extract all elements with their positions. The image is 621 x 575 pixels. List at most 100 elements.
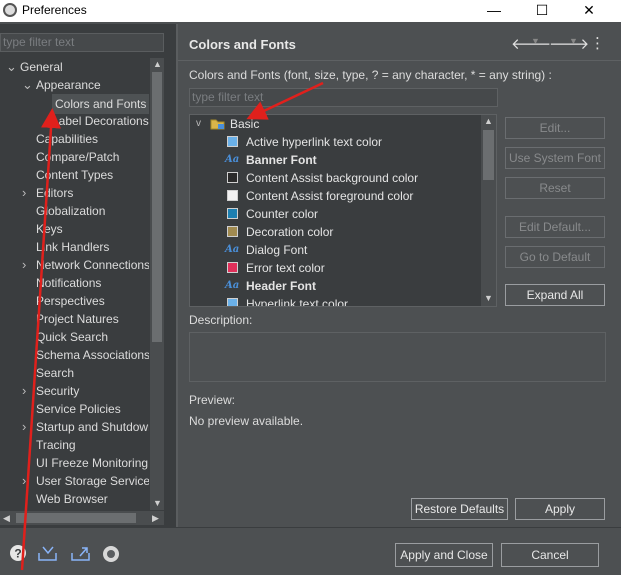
preview-label: Preview: — [189, 393, 236, 407]
maximize-button[interactable]: ☐ — [519, 0, 565, 22]
tree-item-label: Colors and Fonts — [52, 94, 149, 114]
tree-row-font[interactable]: Aa Dialog Font — [190, 241, 480, 259]
tree-row-label: Active hyperlink text color — [246, 135, 383, 149]
preference-tree[interactable]: ⌄ General ⌄ Appearance Colors and Fonts Label… — [0, 58, 149, 510]
reset-button[interactable]: Reset — [505, 177, 605, 199]
font-icon: Aa — [225, 244, 240, 255]
expand-all-button[interactable]: Expand All — [505, 284, 605, 306]
scroll-down-icon[interactable]: ▼ — [484, 293, 493, 303]
tree-row-label: Error text color — [246, 261, 325, 275]
tree-row-color[interactable]: Content Assist foreground color — [190, 187, 480, 205]
left-vertical-scrollbar[interactable]: ▲ ▼ — [150, 58, 164, 510]
font-icon: Aa — [225, 154, 240, 165]
tree-item-label: Notifications — [36, 276, 102, 290]
tree-row-label: Hyperlink text color — [246, 297, 349, 307]
chevron-right-icon[interactable]: › — [22, 418, 32, 436]
tree-item-label: General — [20, 60, 63, 74]
tree-item-label: Link Handlers — [36, 240, 110, 254]
tree-row-color[interactable]: Counter color — [190, 205, 480, 223]
svg-text:?: ? — [14, 547, 21, 561]
tree-item-label: Service Policies — [36, 402, 121, 416]
view-menu-icon[interactable]: ⋮ — [590, 34, 605, 52]
chevron-right-icon[interactable]: › — [22, 184, 32, 202]
tree-item-label: Startup and Shutdown — [36, 420, 149, 434]
filter-description: Colors and Fonts (font, size, type, ? = … — [189, 68, 552, 82]
apply-and-close-button[interactable]: Apply and Close — [395, 543, 493, 567]
tree-row-label: Content Assist background color — [246, 171, 419, 185]
tree-item-label: Perspectives — [36, 294, 105, 308]
scroll-right-icon[interactable]: ▶ — [152, 513, 159, 524]
chevron-down-icon[interactable]: v — [196, 115, 201, 133]
tree-row-label: Content Assist foreground color — [246, 189, 414, 203]
tree-row-color[interactable]: Active hyperlink text color — [190, 133, 480, 151]
tree-item-label: User Storage Service — [36, 474, 149, 488]
record-icon[interactable] — [102, 545, 120, 563]
tree-item-label: Search — [36, 366, 75, 380]
tree-row-font[interactable]: Aa Header Font — [190, 277, 480, 295]
help-icon[interactable]: ? — [9, 544, 27, 562]
minimize-button[interactable]: — — [471, 0, 517, 22]
tree-item-label: Globalization — [36, 204, 106, 218]
tree-item-label: Capabilities — [36, 132, 99, 146]
window-titlebar: Preferences — ☐ ✕ — [0, 0, 621, 22]
tree-item-label: Keys — [36, 222, 63, 236]
tree-row-color[interactable]: Content Assist background color — [190, 169, 480, 187]
tree-row-color[interactable]: Hyperlink text color — [190, 295, 480, 307]
export-icon[interactable] — [70, 544, 92, 562]
scrollbar-thumb[interactable] — [152, 72, 162, 342]
scrollbar-thumb[interactable] — [16, 513, 136, 523]
tree-item-label: Tracing — [36, 438, 76, 452]
tree-row-color[interactable]: Decoration color — [190, 223, 480, 241]
right-vertical-scrollbar[interactable]: ▲ ▼ — [481, 115, 496, 306]
color-swatch-icon — [227, 298, 238, 306]
font-icon: Aa — [225, 280, 240, 291]
color-swatch-icon — [227, 262, 238, 273]
chevron-right-icon[interactable]: › — [22, 382, 32, 400]
tree-row-label: Dialog Font — [246, 243, 308, 257]
right-filter-input[interactable]: type filter text — [189, 88, 498, 107]
close-button[interactable]: ✕ — [566, 0, 612, 22]
page-title: Colors and Fonts — [189, 37, 296, 52]
tree-row-color[interactable]: Error text color — [190, 259, 480, 277]
edit-default-button[interactable]: Edit Default... — [505, 216, 605, 238]
tree-row-label: Banner Font — [246, 153, 317, 167]
use-system-font-button[interactable]: Use System Font — [505, 147, 605, 169]
restore-defaults-button[interactable]: Restore Defaults — [411, 498, 508, 520]
tree-item-label: Editors — [36, 186, 74, 200]
tree-item-label: Schema Associations — [36, 348, 149, 362]
back-dropdown-icon[interactable]: ▼ — [531, 36, 540, 46]
tree-row-label: Decoration color — [246, 225, 334, 239]
colors-fonts-tree[interactable]: v Basic Active hyperlink text color Aa Ban… — [189, 114, 497, 307]
description-box — [189, 332, 606, 382]
tree-row-font[interactable]: Aa Banner Font — [190, 151, 480, 169]
tree-item-label: Web Browser — [36, 492, 108, 506]
chevron-right-icon[interactable]: › — [22, 256, 32, 274]
color-swatch-icon — [227, 190, 238, 201]
chevron-down-icon[interactable]: ⌄ — [22, 76, 33, 94]
go-to-default-button[interactable]: Go to Default — [505, 246, 605, 268]
left-horizontal-scrollbar[interactable]: ◀ ▶ — [0, 511, 164, 525]
tree-item-label: Security — [36, 384, 80, 398]
chevron-down-icon[interactable]: ⌄ — [6, 58, 17, 76]
left-filter-input[interactable]: type filter text — [0, 33, 164, 52]
forward-dropdown-icon[interactable]: ▼ — [569, 36, 578, 46]
chevron-right-icon[interactable]: › — [22, 472, 32, 490]
color-swatch-icon — [227, 226, 238, 237]
tree-root-label: Basic — [230, 117, 260, 131]
description-label: Description: — [189, 313, 253, 327]
tree-item-label: Project Natures — [36, 312, 119, 326]
scrollbar-thumb[interactable] — [483, 130, 494, 180]
edit-button[interactable]: Edit... — [505, 117, 605, 139]
color-swatch-icon — [227, 172, 238, 183]
scroll-up-icon[interactable]: ▲ — [484, 116, 493, 126]
scroll-left-icon[interactable]: ◀ — [3, 513, 10, 524]
scroll-down-icon[interactable]: ▼ — [153, 498, 162, 508]
cancel-button[interactable]: Cancel — [501, 543, 599, 567]
color-swatch-icon — [227, 208, 238, 219]
scroll-up-icon[interactable]: ▲ — [153, 59, 162, 69]
tree-row-label: Counter color — [246, 207, 319, 221]
apply-button[interactable]: Apply — [515, 498, 605, 520]
tree-item-label: Compare/Patch — [36, 150, 120, 164]
import-icon[interactable] — [37, 544, 59, 562]
tree-item-label: Content Types — [36, 168, 114, 182]
